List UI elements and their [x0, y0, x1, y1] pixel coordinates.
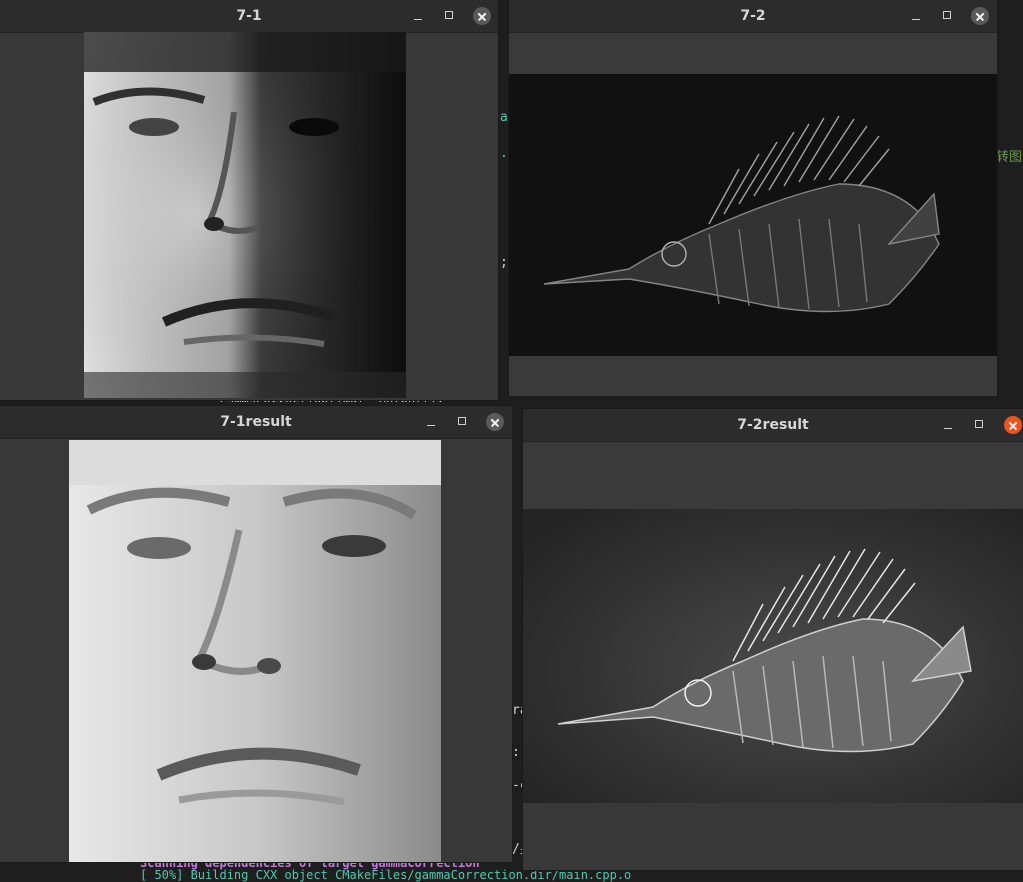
- image-face-dark: [84, 32, 406, 398]
- toolbar-area: [509, 33, 997, 74]
- maximize-icon[interactable]: [454, 413, 472, 431]
- close-icon[interactable]: [473, 7, 491, 25]
- close-icon[interactable]: [971, 7, 989, 25]
- maximize-icon[interactable]: [939, 7, 957, 25]
- image-fish-xray-dark: [509, 74, 997, 356]
- window-7-2result[interactable]: 7-2result: [523, 409, 1023, 870]
- titlebar[interactable]: 7-2: [509, 0, 997, 33]
- code-fragment: 转图: [996, 150, 1023, 165]
- terminal-build-line: [ 50%] Building CXX object CMakeFiles/ga…: [140, 868, 632, 882]
- window-7-1[interactable]: 7-1: [0, 0, 498, 400]
- minimize-icon[interactable]: [409, 7, 427, 25]
- maximize-icon[interactable]: [971, 416, 989, 434]
- titlebar[interactable]: 7-1: [0, 0, 498, 33]
- close-icon[interactable]: [486, 413, 504, 431]
- minimize-icon[interactable]: [939, 416, 957, 434]
- status-area: [509, 356, 997, 396]
- code-fragment: ;: [500, 255, 508, 270]
- window-7-2[interactable]: 7-2: [509, 0, 997, 396]
- titlebar[interactable]: 7-1result: [0, 406, 512, 439]
- image-fish-xray-corrected: [523, 509, 1023, 803]
- toolbar-area: [523, 442, 1023, 509]
- code-fragment: a: [500, 110, 508, 125]
- image-face-corrected: [69, 440, 441, 862]
- close-icon[interactable]: [1004, 416, 1022, 434]
- titlebar[interactable]: 7-2result: [523, 409, 1023, 442]
- window-7-1result[interactable]: 7-1result: [0, 406, 512, 862]
- maximize-icon[interactable]: [441, 7, 459, 25]
- minimize-icon[interactable]: [422, 413, 440, 431]
- minimize-icon[interactable]: [907, 7, 925, 25]
